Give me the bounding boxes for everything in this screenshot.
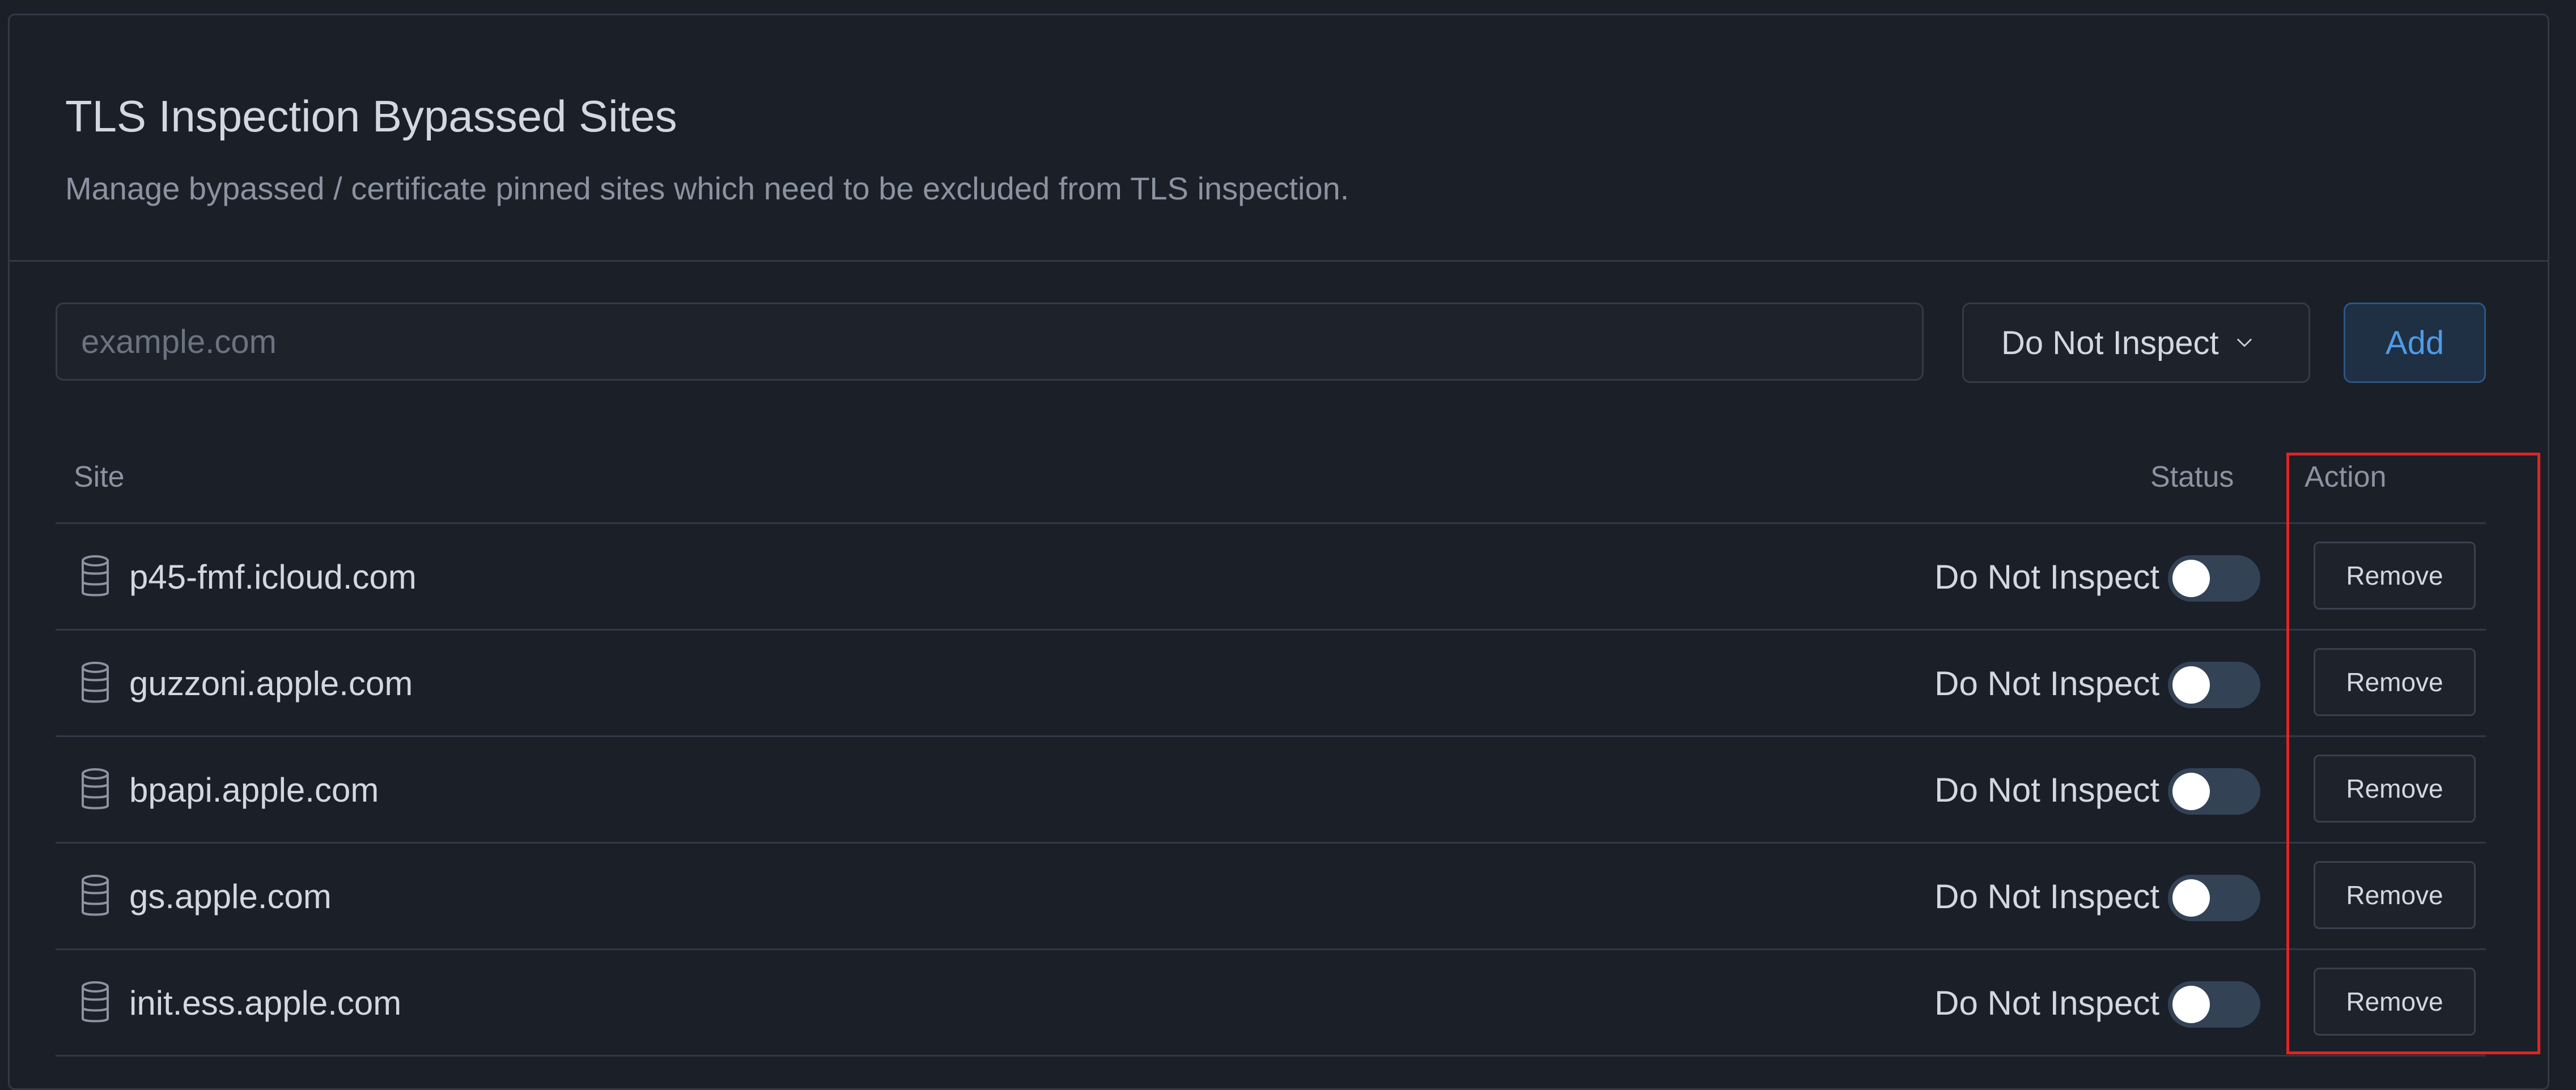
status-text: Do Not Inspect xyxy=(1934,878,2159,916)
toggle-knob xyxy=(2172,666,2210,704)
status-toggle[interactable] xyxy=(2168,875,2260,921)
status-text: Do Not Inspect xyxy=(1934,558,2159,596)
status-toggle[interactable] xyxy=(2168,981,2260,1028)
site-name: init.ess.apple.com xyxy=(129,984,402,1022)
remove-button[interactable]: Remove xyxy=(2314,755,2476,823)
column-header-status: Status xyxy=(2150,461,2234,493)
page-title: TLS Inspection Bypassed Sites xyxy=(65,91,677,141)
database-icon xyxy=(82,555,109,597)
toggle-knob xyxy=(2172,560,2210,597)
inspection-mode-value: Do Not Inspect xyxy=(2001,324,2219,361)
database-icon xyxy=(82,981,109,1023)
table-row: p45-fmf.icloud.com Do Not Inspect Remove xyxy=(56,523,2486,630)
column-header-site: Site xyxy=(74,461,125,493)
site-name: guzzoni.apple.com xyxy=(129,665,413,702)
page-subtitle: Manage bypassed / certificate pinned sit… xyxy=(65,171,1349,206)
status-text: Do Not Inspect xyxy=(1934,984,2159,1022)
database-icon xyxy=(82,875,109,916)
site-input[interactable] xyxy=(56,303,1924,381)
table-row: init.ess.apple.com Do Not Inspect Remove xyxy=(56,950,2486,1056)
remove-button[interactable]: Remove xyxy=(2314,542,2476,610)
status-toggle[interactable] xyxy=(2168,555,2260,602)
toggle-knob xyxy=(2172,879,2210,917)
remove-button[interactable]: Remove xyxy=(2314,968,2476,1036)
status-toggle[interactable] xyxy=(2168,768,2260,815)
status-text: Do Not Inspect xyxy=(1934,771,2159,809)
table-row: gs.apple.com Do Not Inspect Remove xyxy=(56,843,2486,950)
table-divider xyxy=(56,1055,2486,1057)
database-icon xyxy=(82,768,109,810)
table-row: bpapi.apple.com Do Not Inspect Remove xyxy=(56,736,2486,843)
column-header-action: Action xyxy=(2305,461,2387,493)
table-row: guzzoni.apple.com Do Not Inspect Remove xyxy=(56,630,2486,736)
inspection-mode-select[interactable]: Do Not Inspect xyxy=(1962,303,2310,383)
status-toggle[interactable] xyxy=(2168,662,2260,708)
status-text: Do Not Inspect xyxy=(1934,665,2159,702)
toggle-knob xyxy=(2172,986,2210,1023)
database-icon xyxy=(82,662,109,703)
add-button[interactable]: Add xyxy=(2344,303,2486,383)
chevron-down-icon xyxy=(2237,338,2252,347)
site-name: gs.apple.com xyxy=(129,878,332,916)
site-name: bpapi.apple.com xyxy=(129,771,379,809)
remove-button[interactable]: Remove xyxy=(2314,861,2476,929)
toggle-knob xyxy=(2172,773,2210,810)
site-name: p45-fmf.icloud.com xyxy=(129,558,417,596)
card-header: TLS Inspection Bypassed Sites Manage byp… xyxy=(10,15,2548,262)
remove-button[interactable]: Remove xyxy=(2314,648,2476,716)
